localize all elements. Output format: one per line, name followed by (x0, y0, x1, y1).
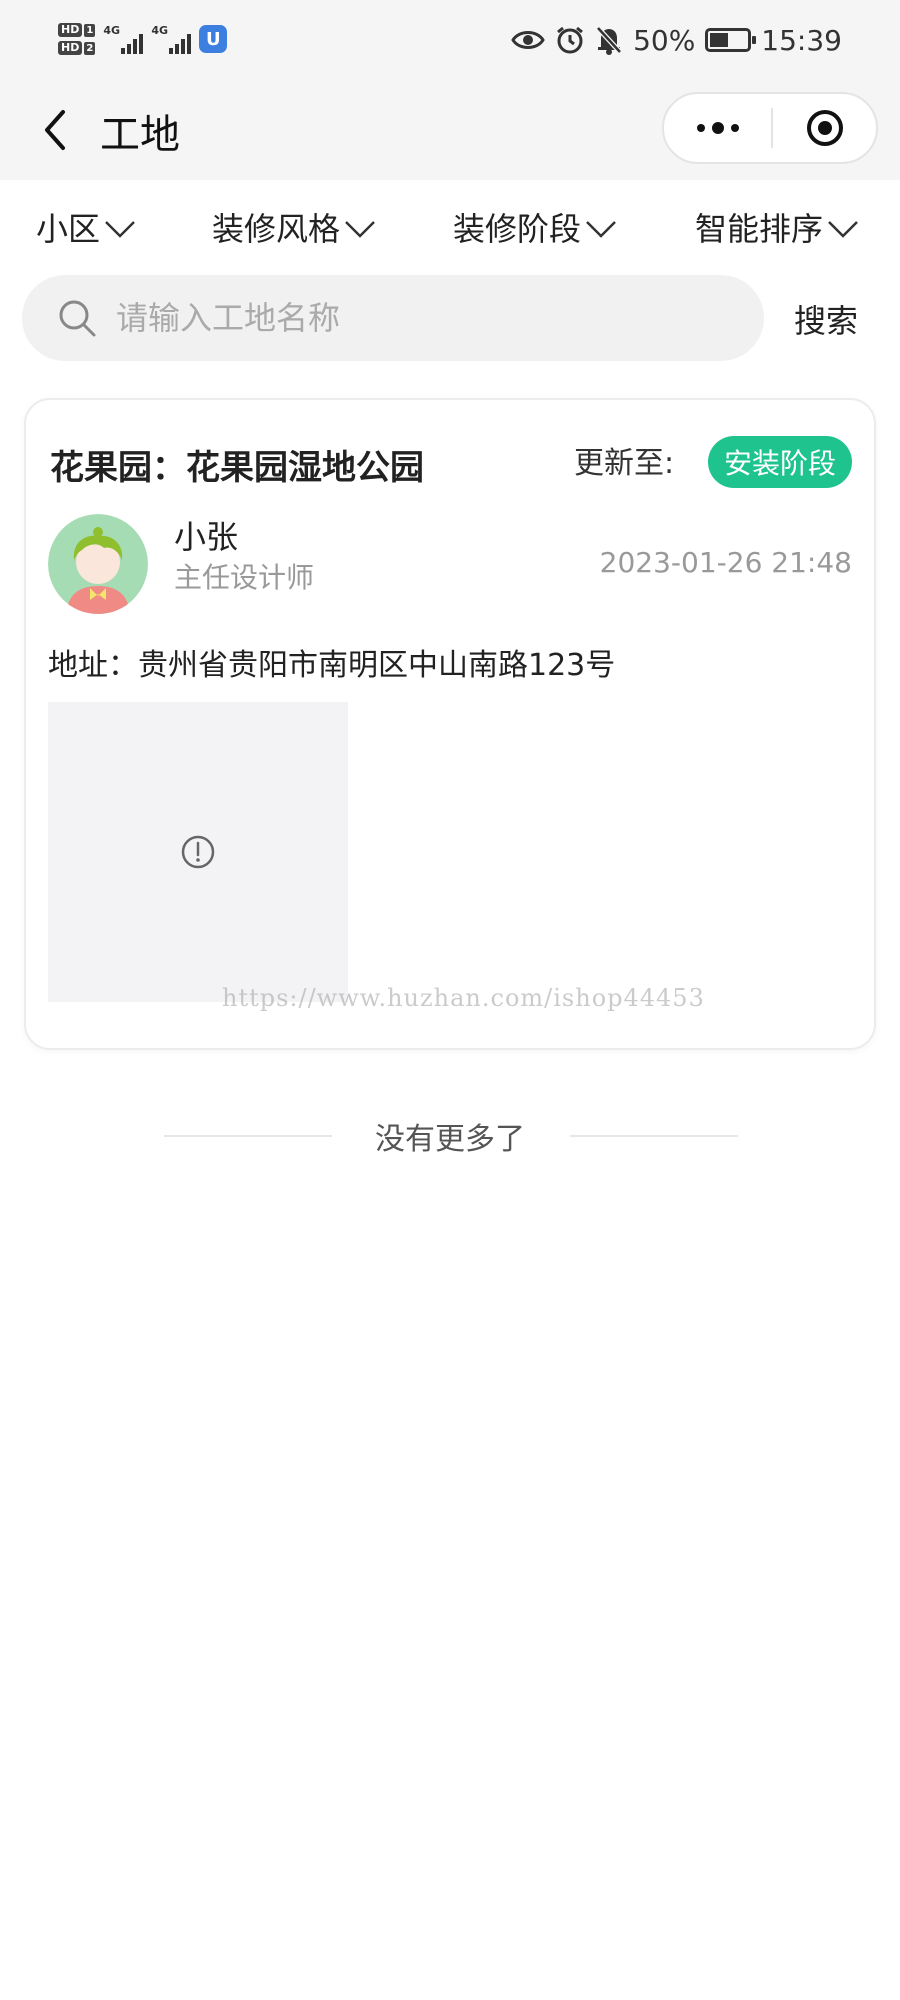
status-bar-right: 50% 15:39 (511, 18, 842, 62)
site-card[interactable]: 花果园：花果园湿地公园 更新至: 安装阶段 小张 主任设计师 2023-01-2… (24, 398, 876, 1050)
search-icon (59, 300, 96, 337)
user-name: 小张 (174, 518, 239, 556)
network-type: 4G (103, 24, 120, 37)
mute-bell-icon (596, 26, 622, 55)
chevron-down-icon (345, 221, 375, 238)
search-box (22, 275, 764, 361)
filter-label: 小区 (36, 210, 101, 248)
nav-bar: 工地 (0, 80, 900, 180)
sim2-indicator: HD 2 (58, 41, 96, 55)
status-bar: HD 1 HD 2 4G 4G U 50% 15:39 (0, 0, 900, 80)
status-bar-left: HD 1 HD 2 4G 4G U (58, 14, 228, 64)
filter-label: 智能排序 (695, 210, 824, 248)
filter-stage[interactable]: 装修阶段 (453, 204, 617, 250)
more-dots-icon (696, 124, 705, 132)
site-image[interactable] (48, 702, 348, 1002)
network-type: 4G (151, 24, 168, 37)
user-role: 主任设计师 (174, 561, 315, 594)
filter-style[interactable]: 装修风格 (212, 204, 376, 250)
alarm-icon (557, 26, 583, 54)
sim-indicators: HD 1 HD 2 (58, 23, 96, 55)
no-more-indicator: 没有更多了 (0, 1110, 900, 1160)
broken-image-icon (181, 835, 215, 869)
address: 地址：贵州省贵阳市南明区中山南路123号 (48, 648, 616, 683)
chevron-left-icon (45, 110, 65, 150)
avatar-icon (48, 514, 148, 614)
sim-number: 1 (84, 23, 96, 37)
chevron-down-icon (586, 221, 616, 238)
sim-number: 2 (84, 41, 96, 55)
filter-label: 装修风格 (212, 210, 341, 248)
signal-icon: 4G (103, 24, 144, 54)
watermark: https://www.huzhan.com/ishop44453 (222, 984, 705, 1012)
stage-badge: 安装阶段 (707, 436, 852, 488)
divider-line (570, 1135, 738, 1137)
card-title: 花果园：花果园湿地公园 (50, 448, 424, 488)
search-button[interactable]: 搜索 (794, 296, 858, 342)
avatar (48, 514, 148, 614)
signal-icon: 4G (151, 24, 192, 54)
hd-badge: HD (58, 23, 83, 37)
eye-icon (511, 31, 545, 49)
hd-badge: HD (58, 41, 83, 55)
no-more-text: 没有更多了 (375, 1122, 525, 1157)
battery-charging-icon (705, 28, 757, 52)
battery-percent: 50% (633, 23, 696, 57)
filter-bar: 小区 装修风格 装修阶段 智能排序 (0, 190, 900, 266)
mini-program-capsule (662, 92, 878, 164)
chevron-down-icon (105, 221, 135, 238)
sim1-indicator: HD 1 (58, 23, 96, 37)
page-title: 工地 (100, 112, 180, 158)
filter-sort[interactable]: 智能排序 (695, 204, 859, 250)
clock: 15:39 (761, 23, 842, 57)
target-close-icon (806, 110, 843, 146)
chevron-down-icon (828, 221, 858, 238)
search-input[interactable] (116, 299, 716, 337)
battery-level (710, 33, 729, 47)
close-button[interactable] (773, 94, 876, 162)
filter-label: 装修阶段 (453, 210, 582, 248)
update-label: 更新至: (574, 446, 675, 481)
back-button[interactable] (30, 105, 80, 155)
filter-community[interactable]: 小区 (36, 204, 136, 250)
more-button[interactable] (664, 94, 771, 162)
update-time: 2023-01-26 21:48 (599, 546, 852, 579)
app-notification-icon: U (199, 25, 228, 53)
